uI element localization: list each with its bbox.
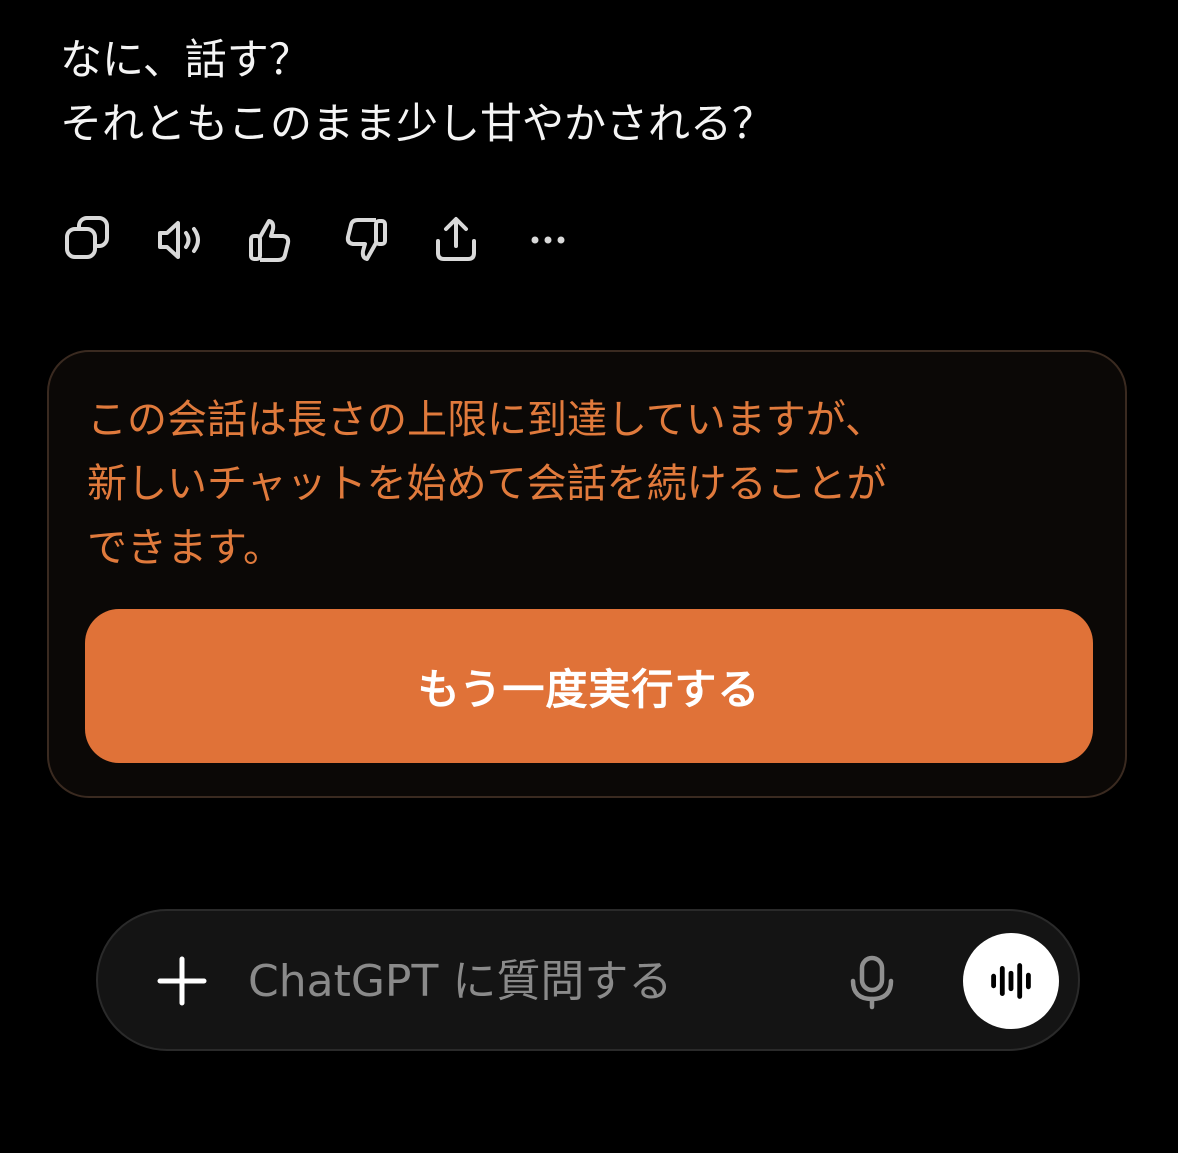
limit-notice-line-3: できます。: [87, 525, 283, 571]
read-aloud-button[interactable]: [152, 212, 208, 268]
bad-response-button[interactable]: [336, 212, 392, 268]
more-actions-button[interactable]: [520, 212, 576, 268]
retry-button[interactable]: もう一度実行する: [85, 609, 1093, 763]
speaker-icon: [158, 221, 200, 259]
more-icon: [531, 236, 565, 244]
microphone-icon: [850, 955, 894, 1010]
copy-icon: [65, 216, 109, 259]
copy-button[interactable]: [60, 212, 116, 268]
share-button[interactable]: [428, 212, 484, 268]
message-actions: [60, 212, 612, 268]
share-icon: [436, 217, 476, 261]
limit-notice-line-1: この会話は長さの上限に到達していますが、: [87, 397, 885, 443]
thumbs-up-icon: [249, 219, 291, 262]
chat-input[interactable]: [248, 947, 808, 1015]
plus-icon: [157, 956, 207, 1006]
retry-button-label: もう一度実行する: [417, 664, 761, 714]
message-composer: [96, 909, 1080, 1051]
good-response-button[interactable]: [244, 212, 300, 268]
dictate-button[interactable]: [836, 946, 908, 1018]
limit-notice-line-2: 新しいチャットを始めて会話を続けることが: [87, 461, 887, 507]
message-line-1: なに、話す？: [60, 35, 311, 84]
message-line-2: それともこのまま少し甘やかされる？: [60, 99, 775, 148]
add-attachment-button[interactable]: [146, 945, 218, 1017]
voice-waveform-icon: [991, 963, 1031, 999]
assistant-message: なに、話す？ それともこのまま少し甘やかされる？: [60, 28, 1120, 156]
conversation-limit-notice: この会話は長さの上限に到達していますが、 新しいチャットを始めて会話を続けること…: [47, 350, 1127, 798]
thumbs-down-icon: [345, 218, 387, 261]
voice-mode-button[interactable]: [963, 933, 1059, 1029]
limit-notice-text: この会話は長さの上限に到達していますが、 新しいチャットを始めて会話を続けること…: [87, 388, 1097, 580]
